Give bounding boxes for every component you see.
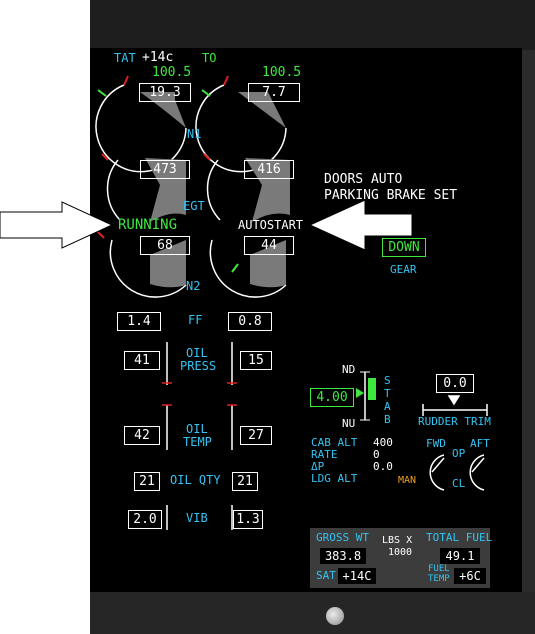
ldg-alt-label: LDG ALT [311, 472, 358, 485]
oil-press-right-readout: 15 [240, 351, 272, 370]
stab-label-b: B [384, 413, 391, 426]
pressurization-mode: MAN [398, 475, 417, 486]
rudder-trim-scale [422, 395, 488, 416]
stab-trim-value: 4.00 [310, 388, 354, 407]
engine-right-status: AUTOSTART [238, 218, 304, 232]
n2-right-readout: 44 [244, 236, 294, 255]
stab-nd-label: ND [342, 363, 356, 376]
total-fuel-label: TOTAL FUEL [426, 531, 493, 544]
n1-limit-right: 100.5 [262, 65, 302, 80]
ff-label: FF [188, 313, 203, 327]
egt-left-readout: 473 [140, 160, 190, 179]
gross-wt-value: 383.8 [320, 548, 366, 564]
n1-right-readout: 7.7 [248, 83, 300, 102]
vib-right-readout: 1.3 [233, 510, 263, 529]
fuel-temp-label-2: TEMP [428, 574, 450, 584]
message-line-2: PARKING BRAKE SET [324, 188, 458, 203]
vib-left-readout: 2.0 [128, 510, 162, 529]
oil-qty-left-readout: 21 [134, 472, 160, 491]
oil-press-left-readout: 41 [124, 351, 160, 370]
units-label-2: 1000 [388, 547, 413, 558]
stab-trim-scale [356, 371, 376, 421]
ff-left-readout: 1.4 [117, 312, 161, 331]
fuel-temp-value: +6C [454, 568, 486, 584]
n1-left-readout: 19.3 [139, 83, 191, 102]
sat-label: SAT [316, 569, 336, 582]
message-line-1: DOORS AUTO [324, 172, 403, 187]
tat-label: TAT [114, 51, 136, 65]
valve-aft-label: AFT [470, 437, 490, 450]
gross-wt-label: GROSS WT [316, 531, 369, 544]
oil-qty-right-readout: 21 [232, 472, 258, 491]
vib-label: VIB [186, 511, 208, 525]
egt-label: EGT [183, 199, 205, 213]
sat-value: +14C [338, 568, 376, 584]
stab-label-s: S [384, 374, 391, 387]
engine-left-status: RUNNING [118, 217, 178, 233]
valve-cl-label: CL [452, 477, 466, 490]
rudder-trim-value: 0.0 [436, 374, 474, 393]
oil-press-label-2: PRESS [180, 359, 217, 373]
oil-qty-label: OIL QTY [170, 473, 221, 487]
n1-limit-left: 100.5 [152, 65, 192, 80]
stab-nu-label: NU [342, 417, 356, 430]
rate-label: RATE [311, 448, 338, 461]
oil-temp-label-1: OIL [186, 422, 208, 436]
n1-label: N1 [187, 127, 202, 141]
rudder-trim-label: RUDDER TRIM [418, 415, 491, 428]
stab-label-t: T [384, 387, 391, 400]
rate-value: 0 [373, 448, 380, 461]
egt-right-readout: 416 [244, 160, 294, 179]
oil-temp-right-readout: 27 [240, 426, 272, 445]
valve-op-label: OP [452, 447, 466, 460]
oil-temp-left-readout: 42 [124, 426, 160, 445]
oil-temp-label-2: TEMP [183, 435, 212, 449]
delta-p-value: 0.0 [373, 460, 393, 473]
delta-p-label: ΔP [311, 460, 325, 473]
gear-label: GEAR [390, 263, 417, 276]
thrust-mode: TO [202, 51, 217, 65]
stab-label-a: A [384, 400, 391, 413]
n2-label: N2 [186, 279, 201, 293]
n2-left-readout: 68 [140, 236, 190, 255]
cab-alt-label: CAB ALT [311, 436, 358, 449]
cab-alt-value: 400 [373, 436, 393, 449]
left-pointer-arrow [0, 201, 114, 249]
fuel-temp-label-1: FUEL [428, 564, 450, 574]
gear-state-box: DOWN [382, 238, 426, 257]
oil-press-label-1: OIL [186, 346, 208, 360]
units-label: LBS X [382, 535, 413, 546]
tat-value: +14c [142, 50, 174, 65]
ff-right-readout: 0.8 [228, 312, 272, 331]
valve-fwd-label: FWD [426, 437, 446, 450]
total-fuel-value: 49.1 [440, 548, 480, 564]
